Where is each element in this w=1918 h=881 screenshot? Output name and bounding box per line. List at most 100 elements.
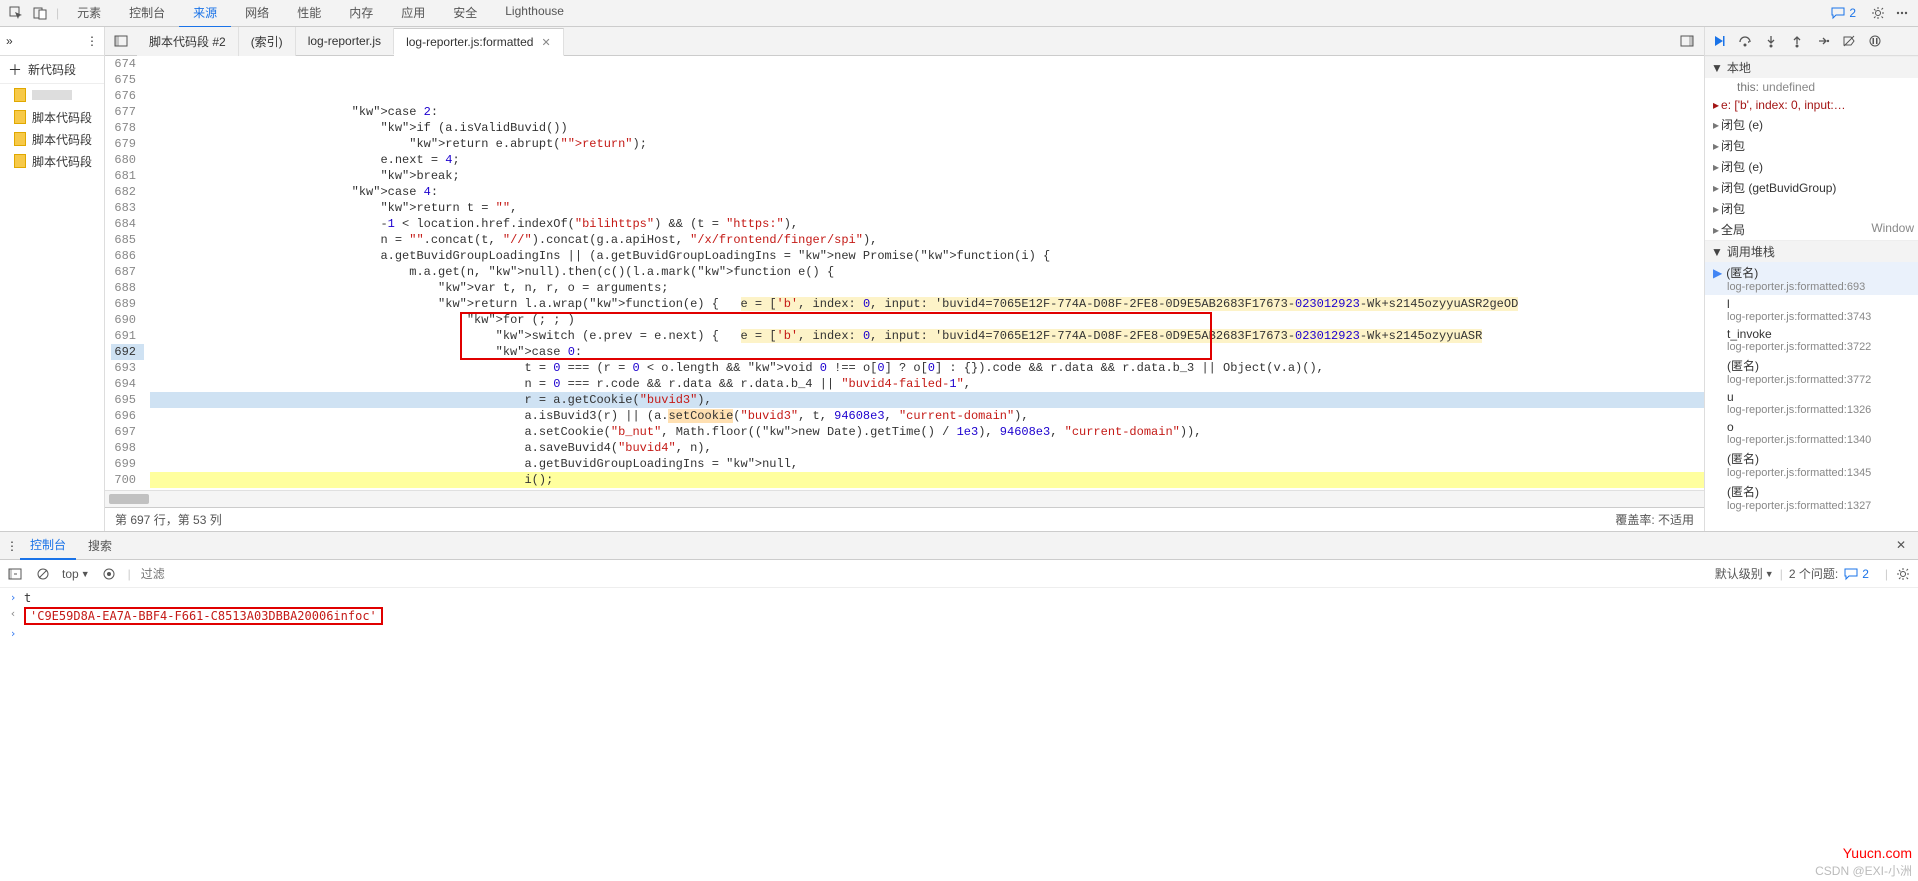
code-line[interactable]: -1 < location.href.indexOf("bilihttps") … [150, 216, 1704, 232]
gutter-line[interactable]: 685 [111, 232, 144, 248]
step-out-icon[interactable] [1789, 33, 1805, 49]
code-line[interactable]: m.a.get(n, "kw">null).then(c()(l.a.mark(… [150, 264, 1704, 280]
close-tab-icon[interactable]: ✕ [541, 36, 550, 49]
resume-icon[interactable] [1711, 33, 1727, 49]
code-line[interactable]: a.getBuvidGroupLoadingIns || (a.getBuvid… [150, 248, 1704, 264]
gutter-line[interactable]: 681 [111, 168, 144, 184]
live-expression-icon[interactable] [100, 565, 118, 583]
code-line[interactable]: "kw">var t, n, r, o = arguments; [150, 280, 1704, 296]
code-line[interactable]: a.setCookie("b_nut", Math.floor(("kw">ne… [150, 424, 1704, 440]
gutter-line[interactable]: 694 [111, 376, 144, 392]
code-line[interactable]: "kw">switch (e.prev = e.next) { e = ['b'… [150, 328, 1704, 344]
gutter-line[interactable]: 697 [111, 424, 144, 440]
gutter-line[interactable]: 693 [111, 360, 144, 376]
gutter-line[interactable]: 684 [111, 216, 144, 232]
settings-icon[interactable] [1870, 5, 1886, 21]
more-icon[interactable] [1894, 5, 1910, 21]
callstack-row[interactable]: olog-reporter.js:formatted:1340 [1705, 418, 1918, 448]
main-tab[interactable]: Lighthouse [491, 0, 578, 28]
scope-row[interactable]: ▸闭包 (e) [1705, 156, 1918, 177]
issues-badge[interactable]: 2 [1844, 567, 1869, 581]
gutter-line[interactable]: 680 [111, 152, 144, 168]
gutter-line[interactable]: 698 [111, 440, 144, 456]
gutter-line[interactable]: 699 [111, 456, 144, 472]
gutter-line[interactable]: 683 [111, 200, 144, 216]
scope-section-local[interactable]: ▼本地 [1705, 56, 1918, 78]
gutter-line[interactable]: 696 [111, 408, 144, 424]
context-selector[interactable]: top ▼ [62, 567, 90, 581]
code-line[interactable]: a.getBuvidGroupLoadingIns = "kw">null, [150, 456, 1704, 472]
code-line[interactable]: r = a.getCookie("buvid3"), [150, 392, 1704, 408]
code-line[interactable]: "kw">case 2: [150, 104, 1704, 120]
file-tab-active[interactable]: log-reporter.js:formatted✕ [394, 28, 564, 56]
gutter-line[interactable]: 691 [111, 328, 144, 344]
main-tab[interactable]: 性能 [283, 0, 335, 28]
code-line[interactable]: "kw">return t = "", [150, 200, 1704, 216]
gutter-line[interactable]: 700 [111, 472, 144, 488]
add-snippet-button[interactable]: ＋新代码段 [0, 56, 104, 84]
gutter-line[interactable]: 679 [111, 136, 144, 152]
callstack-row[interactable]: ulog-reporter.js:formatted:1326 [1705, 388, 1918, 418]
gutter-line[interactable]: 677 [111, 104, 144, 120]
nav-item-4[interactable]: 脚本代码段 [0, 150, 104, 172]
callstack-row[interactable]: t_invokelog-reporter.js:formatted:3722 [1705, 325, 1918, 355]
file-tab[interactable]: log-reporter.js [296, 28, 394, 54]
main-tab[interactable]: 控制台 [115, 0, 179, 28]
gutter-line[interactable]: 676 [111, 88, 144, 104]
gutter-line[interactable]: 688 [111, 280, 144, 296]
code-line[interactable]: a.saveBuvid4("buvid4", n), [150, 440, 1704, 456]
console-sidebar-icon[interactable] [6, 565, 24, 583]
horizontal-scrollbar[interactable] [105, 490, 1704, 507]
gutter-line[interactable]: 678 [111, 120, 144, 136]
code-line[interactable]: "kw">break; [150, 168, 1704, 184]
scope-row[interactable]: ▸全局Window [1705, 219, 1918, 240]
gutter-line[interactable]: 692 [111, 344, 144, 360]
pause-exceptions-icon[interactable] [1867, 33, 1883, 49]
gutter-line[interactable]: 674 [111, 56, 144, 72]
drawer-close-icon[interactable]: ✕ [1896, 538, 1912, 554]
step-icon[interactable] [1815, 33, 1831, 49]
drawer-more-icon[interactable]: ⋮ [6, 539, 18, 553]
callstack-row[interactable]: (匿名)log-reporter.js:formatted:693 [1705, 262, 1918, 295]
drawer-tab-search[interactable]: 搜索 [78, 532, 122, 559]
gutter-line[interactable]: 682 [111, 184, 144, 200]
nav-item-3[interactable]: 脚本代码段 [0, 128, 104, 150]
code-line[interactable]: e.next = 4; [150, 152, 1704, 168]
code-line[interactable]: "kw">if (a.isValidBuvid()) [150, 120, 1704, 136]
main-tab[interactable]: 元素 [63, 0, 115, 28]
filter-input[interactable] [141, 567, 341, 581]
scope-pane[interactable]: ▼本地 this: undefined▸e: ['b', index: 0, i… [1705, 56, 1918, 531]
gutter-line[interactable]: 689 [111, 296, 144, 312]
show-navigator-icon[interactable] [113, 33, 129, 49]
scope-row[interactable]: ▸e: ['b', index: 0, input:… [1705, 96, 1918, 114]
scope-row[interactable]: ▸闭包 [1705, 198, 1918, 219]
scope-row[interactable]: ▸闭包 (e) [1705, 114, 1918, 135]
code-line[interactable]: t = 0 === (r = 0 < o.length && "kw">void… [150, 360, 1704, 376]
code-editor[interactable]: 6746756766776786796806816826836846856866… [105, 56, 1704, 490]
callstack-row[interactable]: (匿名)log-reporter.js:formatted:1345 [1705, 448, 1918, 481]
code-line[interactable]: i(); [150, 472, 1704, 488]
level-selector[interactable]: 默认级别 ▼ [1715, 565, 1774, 582]
file-tab[interactable]: 脚本代码段 #2 [137, 27, 239, 56]
code-line[interactable]: "kw">return e.abrupt("">return"); [150, 136, 1704, 152]
step-over-icon[interactable] [1737, 33, 1753, 49]
drawer-tab-console[interactable]: 控制台 [20, 531, 76, 560]
code-line[interactable]: n = 0 === r.code && r.data && r.data.b_4… [150, 376, 1704, 392]
code-line[interactable]: a.isBuvid3(r) || (a.setCookie("buvid3", … [150, 408, 1704, 424]
gutter-line[interactable]: 687 [111, 264, 144, 280]
nav-more-icon[interactable]: ⋮ [86, 34, 98, 48]
nav-expand-icon[interactable]: » [6, 34, 13, 48]
callstack-row[interactable]: (匿名)log-reporter.js:formatted:1327 [1705, 481, 1918, 514]
nav-item-1[interactable] [0, 84, 104, 106]
nav-item-2[interactable]: 脚本代码段 [0, 106, 104, 128]
main-tab[interactable]: 内存 [335, 0, 387, 28]
code-line[interactable]: n = "".concat(t, "//").concat(g.a.apiHos… [150, 232, 1704, 248]
callstack-row[interactable]: (匿名)log-reporter.js:formatted:3772 [1705, 355, 1918, 388]
main-tab[interactable]: 安全 [439, 0, 491, 28]
callstack-row[interactable]: llog-reporter.js:formatted:3743 [1705, 295, 1918, 325]
scope-row[interactable]: this: undefined [1705, 78, 1918, 96]
messages-badge[interactable]: 2 [1831, 6, 1856, 20]
gutter-line[interactable]: 690 [111, 312, 144, 328]
console-prompt[interactable]: › [0, 626, 1918, 641]
step-into-icon[interactable] [1763, 33, 1779, 49]
